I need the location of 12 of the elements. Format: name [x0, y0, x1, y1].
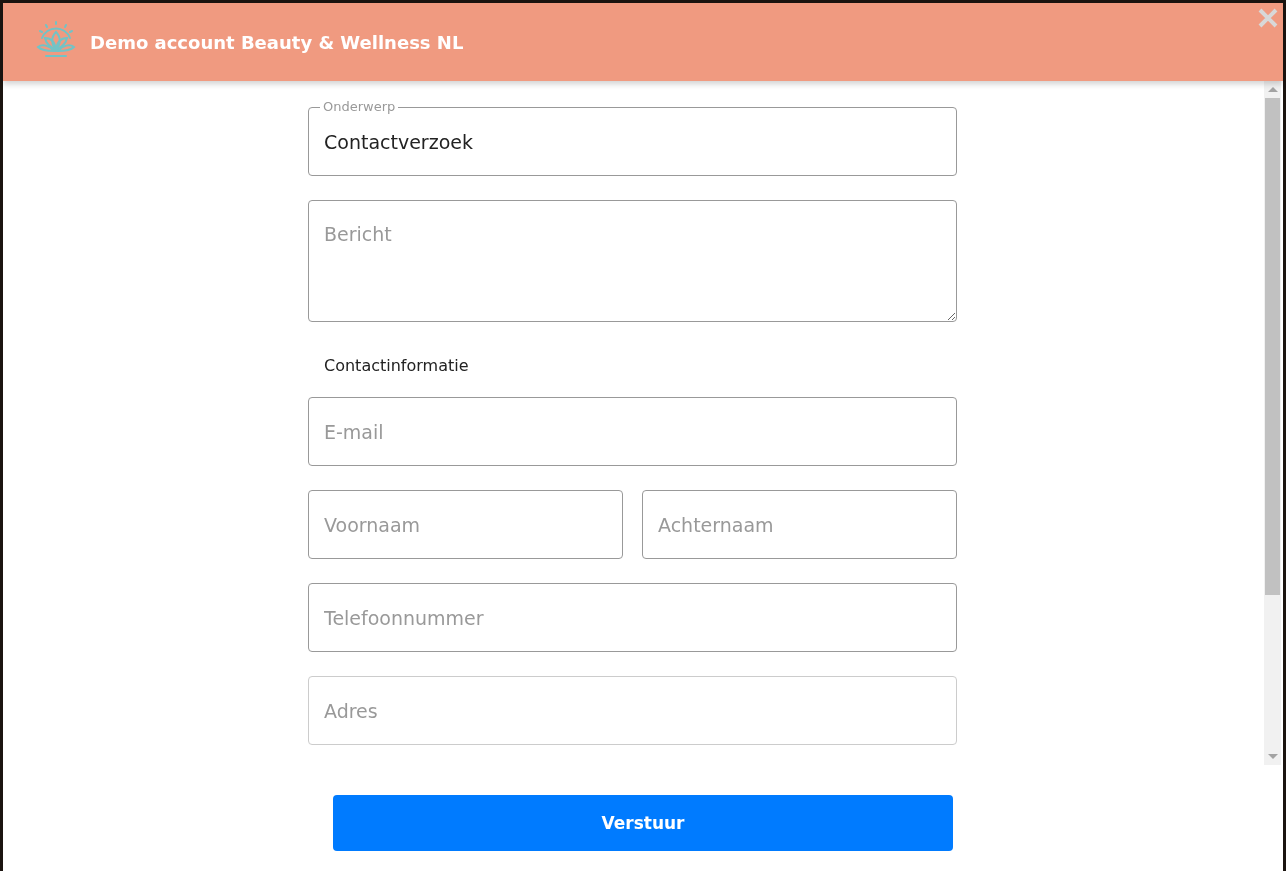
close-icon[interactable] — [1257, 7, 1279, 29]
scrollbar[interactable] — [1264, 81, 1281, 765]
field-label: Onderwerp — [320, 99, 399, 115]
email-field[interactable]: E-mail — [308, 397, 957, 466]
last-name-field[interactable]: Achternaam — [642, 490, 957, 559]
submit-button[interactable]: Verstuur — [333, 795, 953, 851]
phone-field[interactable]: Telefoonnummer — [308, 583, 957, 652]
first-name-field[interactable]: Voornaam — [308, 490, 623, 559]
dialog-title: Demo account Beauty & Wellness NL — [90, 31, 464, 53]
address-field[interactable]: Adres — [308, 676, 957, 745]
message-field[interactable]: Bericht — [308, 200, 957, 322]
section-heading: Contactinformatie — [323, 356, 470, 375]
